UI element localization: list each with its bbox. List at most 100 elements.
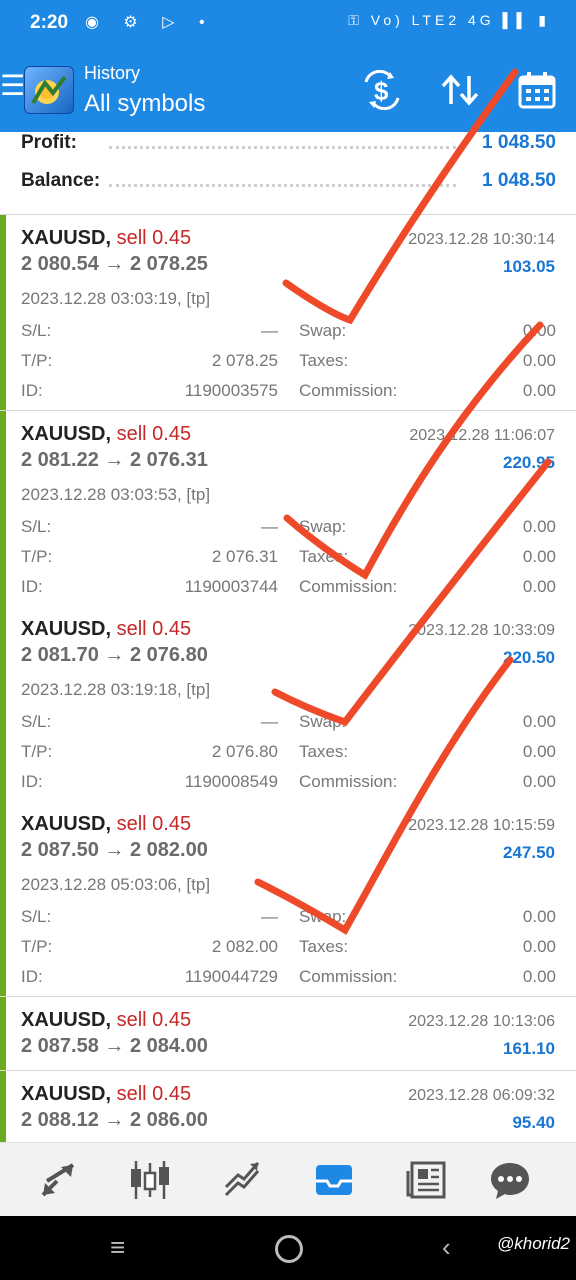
deal-profit: 95.40 bbox=[512, 1113, 555, 1132]
swap-value: 0.00 bbox=[522, 517, 556, 536]
deal-side: sell 0.45 bbox=[116, 813, 192, 835]
deal-profit: 161.10 bbox=[503, 1039, 555, 1058]
profit-label: Profit: bbox=[21, 132, 77, 153]
header-subtitle: History bbox=[84, 63, 141, 83]
deal-symbol: XAUUSD, sell 0.45 bbox=[21, 1083, 192, 1105]
deal-accent-bar bbox=[0, 997, 6, 1070]
deal-open-info: 2023.12.28 03:03:53, [tp] bbox=[21, 485, 211, 504]
home-button[interactable] bbox=[275, 1235, 303, 1263]
id-value: 1190003744 bbox=[184, 577, 278, 596]
deal-item[interactable]: XAUUSD, sell 0.45 2 080.54 → 2 078.25 20… bbox=[0, 215, 576, 411]
tp-value: 2 076.31 bbox=[211, 547, 278, 566]
swap-label: Swap: bbox=[299, 712, 347, 731]
back-button[interactable]: ‹ bbox=[442, 1232, 451, 1263]
deal-accent-bar bbox=[0, 411, 6, 606]
header-title[interactable]: All symbols bbox=[84, 90, 205, 118]
deal-side: sell 0.45 bbox=[116, 227, 192, 249]
deal-symbol: XAUUSD, sell 0.45 bbox=[21, 423, 192, 445]
quotes-icon[interactable] bbox=[220, 1157, 266, 1203]
bottom-navigation bbox=[0, 1142, 576, 1217]
deal-symbol: XAUUSD, sell 0.45 bbox=[21, 618, 192, 640]
news-icon[interactable] bbox=[404, 1157, 450, 1203]
menu-icon[interactable]: ☰ bbox=[0, 72, 25, 100]
deal-symbol: XAUUSD, sell 0.45 bbox=[21, 227, 192, 249]
sl-value: — bbox=[261, 907, 278, 926]
deal-open-info: 2023.12.28 03:19:18, [tp] bbox=[21, 680, 211, 699]
id-value: 1190044729 bbox=[184, 967, 278, 986]
deal-accent-bar bbox=[0, 801, 6, 996]
deal-side: sell 0.45 bbox=[116, 618, 192, 640]
swap-label: Swap: bbox=[299, 517, 347, 536]
chat-icon[interactable] bbox=[487, 1157, 533, 1203]
deal-symbol: XAUUSD, sell 0.45 bbox=[21, 813, 192, 835]
calendar-button[interactable] bbox=[515, 70, 559, 110]
commission-label: Commission: bbox=[299, 967, 398, 986]
sl-value: — bbox=[261, 712, 278, 731]
deal-item[interactable]: XAUUSD, sell 0.45 2 088.12 → 2 086.00 20… bbox=[0, 1071, 576, 1142]
swap-value: 0.00 bbox=[522, 321, 556, 340]
deal-symbol: XAUUSD, sell 0.45 bbox=[21, 1009, 192, 1031]
id-commission-row: ID: 1190003744 Commission: 0.00 bbox=[21, 577, 556, 601]
chart-icon[interactable] bbox=[127, 1157, 173, 1203]
app-logo-icon bbox=[24, 66, 74, 114]
deal-prices: 2 081.70 → 2 076.80 bbox=[21, 644, 208, 666]
taxes-label: Taxes: bbox=[299, 547, 349, 566]
sort-arrows-icon bbox=[441, 74, 479, 106]
deal-profit: 220.50 bbox=[503, 648, 555, 667]
deal-item[interactable]: XAUUSD, sell 0.45 2 087.50 → 2 082.00 20… bbox=[0, 801, 576, 997]
deal-profit: 247.50 bbox=[503, 843, 555, 862]
deal-accent-bar bbox=[0, 1071, 6, 1142]
signal-battery-icons: ⚿ Vo) LTE2 4G ▌▌ ▮ bbox=[348, 12, 550, 28]
commission-value: 0.00 bbox=[522, 967, 556, 986]
deal-item[interactable]: XAUUSD, sell 0.45 2 081.70 → 2 076.80 20… bbox=[0, 606, 576, 802]
trade-icon[interactable] bbox=[35, 1157, 81, 1203]
system-navigation-bar: ≡ ‹ @khorid2 bbox=[0, 1216, 576, 1280]
currency-exchange-button[interactable]: $ bbox=[360, 69, 404, 111]
deal-side: sell 0.45 bbox=[116, 1009, 192, 1031]
deal-profit: 103.05 bbox=[503, 257, 555, 276]
deal-item[interactable]: XAUUSD, sell 0.45 2 087.58 → 2 084.00 20… bbox=[0, 997, 576, 1071]
tp-taxes-row: T/P: 2 076.80 Taxes: 0.00 bbox=[21, 742, 556, 766]
deal-close-time: 2023.12.28 10:30:14 bbox=[408, 231, 555, 248]
status-bar: 2:20 ◉ ⚙ ▷ • ⚿ Vo) LTE2 4G ▌▌ ▮ bbox=[0, 0, 576, 46]
history-icon[interactable] bbox=[311, 1157, 357, 1203]
swap-label: Swap: bbox=[299, 321, 347, 340]
deal-open-info: 2023.12.28 03:03:19, [tp] bbox=[21, 289, 211, 308]
deal-prices: 2 088.12 → 2 086.00 bbox=[21, 1109, 208, 1131]
balance-row: Balance: 1 048.50 bbox=[21, 170, 556, 200]
swap-value: 0.00 bbox=[522, 712, 556, 731]
deal-prices: 2 087.58 → 2 084.00 bbox=[21, 1035, 208, 1057]
commission-value: 0.00 bbox=[522, 577, 556, 596]
id-value: 1190008549 bbox=[184, 772, 278, 791]
deal-profit: 220.95 bbox=[503, 453, 555, 472]
id-commission-row: ID: 1190003575 Commission: 0.00 bbox=[21, 381, 556, 405]
commission-value: 0.00 bbox=[522, 381, 556, 400]
id-value: 1190003575 bbox=[184, 381, 278, 400]
tp-taxes-row: T/P: 2 078.25 Taxes: 0.00 bbox=[21, 351, 556, 375]
dot-leader bbox=[109, 146, 456, 149]
deal-accent-bar bbox=[0, 606, 6, 801]
commission-label: Commission: bbox=[299, 577, 398, 596]
commission-label: Commission: bbox=[299, 772, 398, 791]
profit-value: 1 048.50 bbox=[482, 132, 556, 153]
taxes-label: Taxes: bbox=[299, 937, 349, 956]
deal-item[interactable]: XAUUSD, sell 0.45 2 081.22 → 2 076.31 20… bbox=[0, 411, 576, 607]
commission-value: 0.00 bbox=[522, 772, 556, 791]
taxes-label: Taxes: bbox=[299, 742, 349, 761]
commission-label: Commission: bbox=[299, 381, 398, 400]
sl-swap-row: S/L: — Swap: 0.00 bbox=[21, 907, 556, 931]
watermark: @khorid2 bbox=[496, 1234, 570, 1253]
swap-label: Swap: bbox=[299, 907, 347, 926]
sort-button[interactable] bbox=[438, 70, 482, 110]
deal-side: sell 0.45 bbox=[116, 423, 192, 445]
deal-prices: 2 081.22 → 2 076.31 bbox=[21, 449, 208, 471]
id-commission-row: ID: 1190044729 Commission: 0.00 bbox=[21, 967, 556, 991]
deal-close-time: 2023.12.28 10:15:59 bbox=[408, 817, 555, 834]
dollar-exchange-icon: $ bbox=[364, 69, 400, 111]
sl-swap-row: S/L: — Swap: 0.00 bbox=[21, 321, 556, 345]
sl-value: — bbox=[261, 321, 278, 340]
sl-swap-row: S/L: — Swap: 0.00 bbox=[21, 517, 556, 541]
deal-prices: 2 080.54 → 2 078.25 bbox=[21, 253, 208, 275]
deal-close-time: 2023.12.28 11:06:07 bbox=[409, 427, 555, 444]
recent-apps-button[interactable]: ≡ bbox=[110, 1232, 125, 1263]
